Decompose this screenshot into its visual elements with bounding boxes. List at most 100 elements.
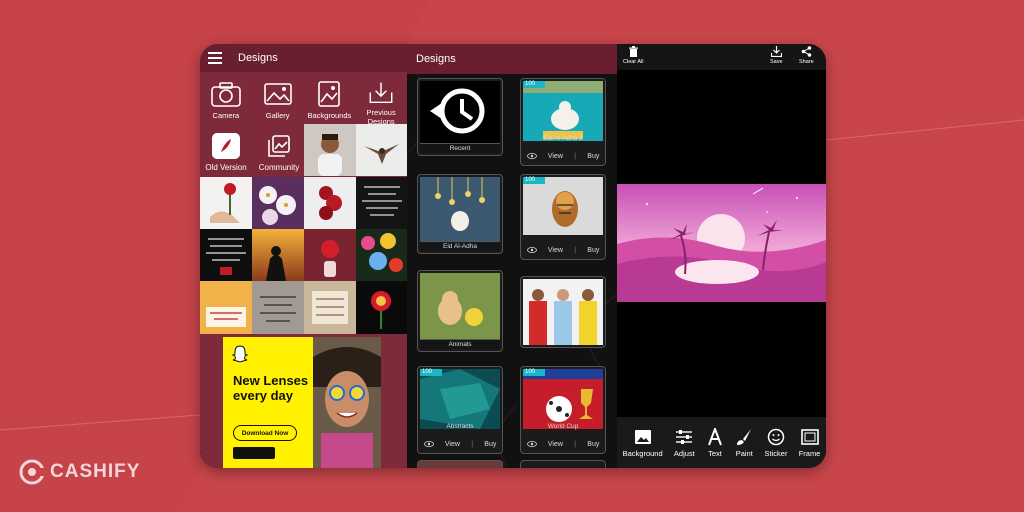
design-thumb-colorful-flowers[interactable] (356, 229, 407, 281)
design-thumb-arabic-text-1[interactable] (356, 177, 407, 229)
adjust-tool[interactable]: Adjust (674, 428, 695, 458)
camera-label: Camera (212, 111, 240, 120)
category-caption: Eid Al-Adha (420, 241, 500, 251)
eye-icon (423, 441, 434, 447)
backgrounds-button[interactable]: Backgrounds (304, 80, 354, 126)
ad-copy: New Lenses every day Download Now (223, 337, 313, 468)
clear-all-label: Clear All (623, 59, 644, 65)
app-bar: Designs (200, 44, 407, 72)
old-version-button[interactable]: Old Version (204, 133, 248, 172)
cashify-watermark: CASHIFY (18, 458, 140, 486)
ad-download-button[interactable]: Download Now (233, 425, 297, 441)
category-caption: World Cup (547, 423, 579, 430)
page-title: Designs (238, 52, 278, 64)
design-thumb-bird[interactable] (356, 124, 407, 176)
eye-icon (526, 441, 537, 447)
community-button[interactable]: Community (254, 133, 304, 172)
view-button[interactable]: View (548, 153, 563, 160)
text-tool[interactable]: Text (706, 427, 724, 458)
sticker-tool[interactable]: Sticker (764, 428, 788, 458)
menu-icon[interactable] (208, 51, 222, 65)
snapchat-ghost-icon (231, 345, 249, 363)
category-card-animals-1[interactable]: 100 Animals 1 View | Buy (520, 174, 606, 260)
design-thumb-red-roses[interactable] (304, 177, 356, 229)
designs-home-panel: Designs Camera Gallery Backgrounds Previ… (200, 44, 407, 468)
sticker-label: Sticker (764, 448, 788, 458)
card-actions: View | Buy (418, 437, 502, 451)
design-thumb-silhouette-sunset[interactable] (252, 229, 304, 281)
background-icon (634, 429, 651, 444)
buy-button[interactable]: Buy (484, 441, 496, 448)
separator: | (574, 152, 577, 160)
gallery-icon (263, 83, 292, 105)
category-card-partial[interactable] (520, 460, 606, 468)
design-thumb-man[interactable] (304, 124, 356, 176)
separator: | (574, 440, 577, 448)
design-thumb-greeting-card[interactable] (200, 281, 252, 334)
category-caption: Abstracts (446, 423, 474, 430)
buy-button[interactable]: Buy (587, 247, 599, 254)
community-icon (268, 135, 290, 157)
background-tool[interactable]: Background (623, 428, 663, 458)
design-thumb-rose-vase[interactable] (304, 229, 356, 281)
category-card-eid-al-adha[interactable]: Eid Al-Adha (417, 174, 503, 254)
frame-tool[interactable]: Frame (799, 428, 820, 458)
category-caption: Animals 1 (548, 228, 578, 235)
gallery-label: Gallery (265, 111, 290, 120)
eye-icon (526, 153, 537, 159)
price-badge: 100 (523, 81, 545, 88)
snapchat-ad-banner[interactable]: New Lenses every day Download Now (223, 337, 381, 468)
view-button[interactable]: View (548, 441, 563, 448)
previous-designs-button[interactable]: Previous Designs (356, 80, 406, 126)
view-button[interactable]: View (445, 441, 460, 448)
design-thumb-white-flowers[interactable] (252, 177, 304, 229)
design-thumb-arabic-text-2[interactable] (200, 229, 252, 281)
categories-app-bar: Designs (407, 44, 617, 74)
category-card-partial[interactable] (417, 460, 503, 468)
category-card-animals[interactable]: Animals (417, 270, 503, 352)
save-label: Save (770, 59, 783, 65)
design-thumb-arabic-text-3[interactable] (252, 281, 304, 334)
category-card-abstracts[interactable]: 100 Abstracts View | Buy (417, 366, 503, 454)
tablet-screen: Designs Camera Gallery Backgrounds Previ… (200, 44, 826, 468)
watermark-text: CASHIFY (50, 461, 141, 482)
paint-tool[interactable]: Paint (735, 428, 753, 458)
ad-photo (313, 337, 381, 468)
view-button[interactable]: View (548, 247, 563, 254)
share-icon (801, 46, 812, 57)
previous-designs-icon (369, 82, 393, 104)
old-version-label: Old Version (205, 163, 247, 172)
category-caption: Recent (420, 143, 500, 153)
category-card-recent[interactable]: Recent (417, 78, 503, 156)
category-card-football[interactable] (520, 276, 606, 348)
adjust-icon (676, 429, 693, 444)
save-button[interactable]: Save (770, 46, 783, 65)
share-button[interactable]: Share (799, 46, 814, 65)
design-canvas[interactable] (617, 184, 826, 302)
separator: | (471, 440, 474, 448)
design-thumb-rose-hand[interactable] (200, 177, 252, 229)
backgrounds-icon (318, 81, 341, 107)
buy-button[interactable]: Buy (587, 153, 599, 160)
design-thumb-beige-card[interactable] (304, 281, 356, 334)
camera-button[interactable]: Camera (201, 80, 251, 126)
paint-brush-icon (737, 428, 752, 445)
trash-icon (628, 46, 638, 57)
source-tools: Camera Gallery Backgrounds Previous Desi… (200, 80, 407, 126)
category-card-world-cup[interactable]: 100 World Cup View | Buy (520, 366, 606, 454)
google-play-badge-icon[interactable] (233, 447, 275, 459)
sticker-icon (767, 428, 785, 445)
gallery-button[interactable]: Gallery (253, 80, 303, 126)
price-badge: 100 (523, 177, 545, 184)
community-label: Community (258, 163, 300, 172)
clear-all-button[interactable]: Clear All (623, 46, 643, 65)
feather-icon (212, 133, 240, 159)
paint-label: Paint (735, 448, 753, 458)
price-badge: 100 (420, 369, 442, 376)
ad-headline: New Lenses every day (233, 373, 309, 403)
buy-button[interactable]: Buy (587, 441, 599, 448)
design-thumb-glowing-rose[interactable] (356, 281, 407, 334)
designs-categories-panel: Designs Recent 100 Eid Al-Adha 2 View | … (407, 44, 617, 468)
separator: | (574, 246, 577, 254)
category-card-eid-al-adha-2[interactable]: 100 Eid Al-Adha 2 View | Buy (520, 78, 606, 166)
